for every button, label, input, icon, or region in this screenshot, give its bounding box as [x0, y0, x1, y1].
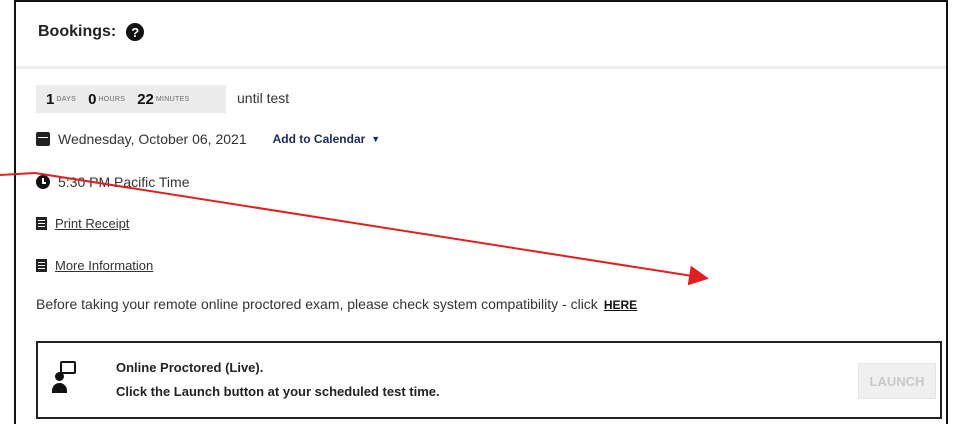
- compatibility-notice: Before taking your remote online proctor…: [36, 296, 637, 312]
- remote-proctor-icon: [52, 361, 78, 395]
- print-receipt-row: Print Receipt: [36, 216, 129, 231]
- countdown-hours-unit: HOURS: [98, 95, 126, 103]
- time-row: 5:30 PM Pacific Time: [36, 174, 190, 190]
- countdown-days-value: 1: [46, 90, 55, 108]
- print-receipt-link[interactable]: Print Receipt: [55, 216, 129, 231]
- document-icon: [36, 259, 47, 272]
- bookings-title: Bookings:: [38, 23, 117, 40]
- launch-button[interactable]: LAUNCH: [858, 363, 936, 399]
- countdown-timer: 1 DAYS 0 HOURS 22 MINUTES: [36, 85, 226, 113]
- more-information-row: More Information: [36, 258, 153, 273]
- proctor-instructions: Click the Launch button at your schedule…: [116, 384, 440, 399]
- countdown-minutes-value: 22: [137, 90, 154, 108]
- bookings-header: Bookings: ?: [38, 14, 145, 50]
- calendar-icon: [36, 132, 50, 146]
- clock-icon: [36, 175, 50, 189]
- countdown-suffix: until test: [237, 90, 290, 106]
- compatibility-text: Before taking your remote online proctor…: [36, 296, 598, 312]
- countdown-days-unit: DAYS: [56, 95, 77, 103]
- compatibility-here-link[interactable]: HERE: [604, 298, 637, 312]
- test-date: Wednesday, October 06, 2021: [58, 131, 247, 147]
- more-information-link[interactable]: More Information: [55, 258, 153, 273]
- add-to-calendar-button[interactable]: Add to Calendar ▼: [273, 132, 381, 146]
- online-proctored-box: Online Proctored (Live). Click the Launc…: [36, 341, 942, 419]
- header-divider: [16, 66, 946, 69]
- add-to-calendar-label: Add to Calendar: [272, 132, 366, 146]
- test-time: 5:30 PM Pacific Time: [58, 174, 190, 190]
- document-icon: [36, 217, 47, 230]
- question-circle-icon[interactable]: ?: [126, 23, 145, 41]
- bookings-panel: Bookings: ? 1 DAYS 0 HOURS 22 MINUTES un…: [14, 0, 948, 424]
- countdown-hours-value: 0: [88, 90, 97, 108]
- proctor-title: Online Proctored (Live).: [116, 360, 264, 375]
- date-row: Wednesday, October 06, 2021 Add to Calen…: [36, 131, 380, 147]
- countdown-minutes-unit: MINUTES: [155, 95, 190, 103]
- caret-down-icon: ▼: [371, 134, 381, 144]
